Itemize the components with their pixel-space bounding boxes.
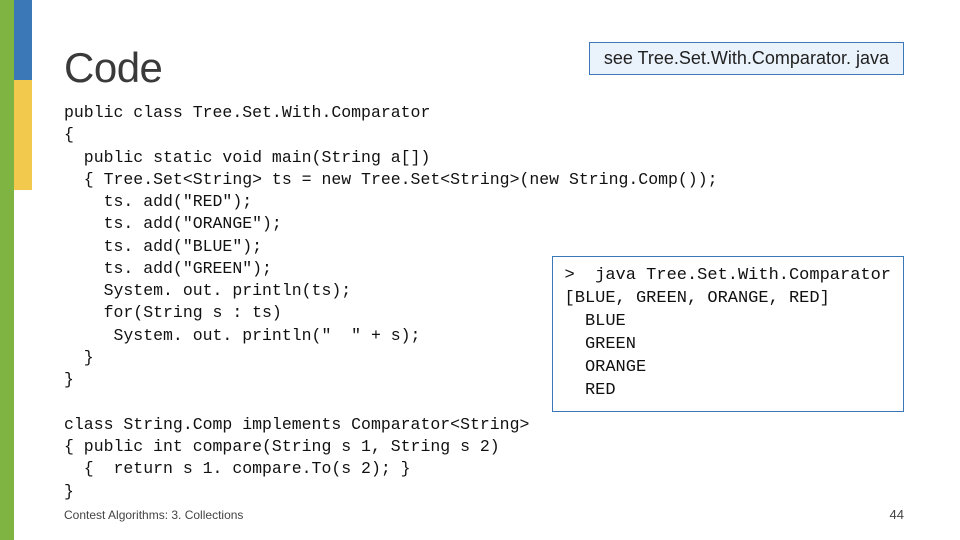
slide: Code see Tree.Set.With.Comparator. java …: [0, 0, 960, 540]
accent-blue: [14, 0, 32, 80]
slide-title: Code: [64, 44, 162, 92]
source-file-link[interactable]: see Tree.Set.With.Comparator. java: [589, 42, 904, 75]
page-number: 44: [890, 507, 904, 522]
accent-yellow: [14, 80, 32, 190]
program-output: > java Tree.Set.With.Comparator [BLUE, G…: [552, 256, 904, 412]
accent-bar: [0, 0, 32, 540]
footer-left: Contest Algorithms: 3. Collections: [64, 508, 243, 522]
accent-green: [0, 0, 14, 540]
